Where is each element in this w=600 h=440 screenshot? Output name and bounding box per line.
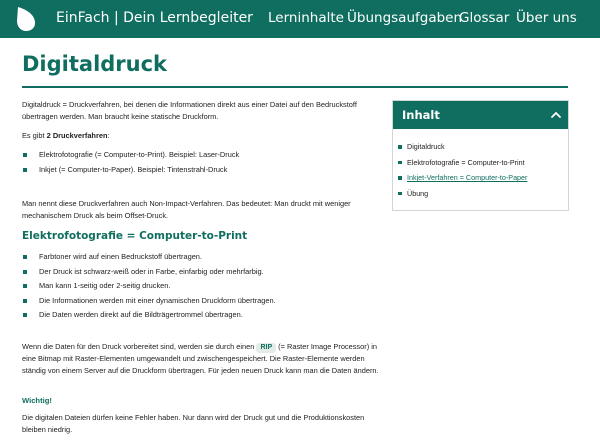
section-heading-elektrofotografie: Elektrofotografie = Computer-to-Print [22, 230, 248, 242]
intro-paragraph: Digitaldruck = Druckverfahren, bei denen… [22, 100, 357, 121]
important-paragraph: Die digitalen Dateien dürfen keine Fehle… [22, 413, 365, 434]
rip-paragraph: Wenn die Daten für den Druck vorbereitet… [22, 341, 384, 377]
list-item: Der Druck ist schwarz-weiß oder in Farbe… [22, 266, 384, 278]
toc-item-digitaldruck[interactable]: Digitaldruck [395, 141, 527, 153]
nav-glossar[interactable]: Glossar [459, 10, 509, 26]
list-item: Farbtoner wird auf einen Bedruckstoff üb… [22, 251, 384, 263]
methods-intro-suffix: : [107, 131, 110, 140]
chevron-up-icon[interactable] [550, 109, 562, 121]
rip-text-before: Wenn die Daten für den Druck vorbereitet… [22, 342, 257, 351]
toc-item-uebung[interactable]: Übung [395, 188, 527, 200]
list-item: Inkjet (= Computer-to-Paper). Beispiel: … [22, 164, 384, 176]
site-brand[interactable]: EinFach | Dein Lernbegleiter [56, 10, 253, 26]
page-title: Digitaldruck [22, 52, 168, 76]
toc-title: Inhalt [402, 108, 440, 122]
methods-list: Elektrofotografie (= Computer-to-Print).… [22, 149, 384, 178]
toc-item-elektrofotografie[interactable]: Elektrofotografie = Computer-to-Print [395, 157, 527, 169]
methods-intro-bold: 2 Druckverfahren [46, 131, 108, 140]
non-impact-paragraph: Man nennt diese Druckverfahren auch Non-… [22, 199, 351, 220]
title-divider [22, 86, 568, 88]
methods-intro-prefix: Es gibt [22, 131, 47, 140]
list-item: Man kann 1-seitig oder 2-seitig drucken. [22, 280, 384, 292]
elektrofotografie-list: Farbtoner wird auf einen Bedruckstoff üb… [22, 251, 384, 324]
toc-item-inkjet[interactable]: Inkjet-Verfahren = Computer-to-Paper [395, 172, 527, 184]
nav-ueber-uns[interactable]: Über uns [516, 10, 577, 26]
methods-intro: Es gibt 2 Druckverfahren: [22, 130, 384, 142]
nav-uebungsaufgaben[interactable]: Übungsaufgaben [347, 10, 462, 26]
table-of-contents: Inhalt Digitaldruck Elektrofotografie = … [392, 100, 569, 211]
important-heading: Wichtig! [22, 396, 52, 405]
nav-lerninhalte[interactable]: Lerninhalte [268, 10, 344, 26]
list-item: Elektrofotografie (= Computer-to-Print).… [22, 149, 384, 161]
top-navigation-bar: EinFach | Dein Lernbegleiter Lerninhalte… [0, 0, 600, 38]
toc-list: Digitaldruck Elektrofotografie = Compute… [395, 141, 527, 203]
list-item: Die Daten werden direkt auf die Bildträg… [22, 309, 384, 321]
leaf-drop-icon[interactable] [14, 5, 38, 33]
rip-tag: RIP [256, 343, 277, 353]
toc-header[interactable]: Inhalt [393, 101, 568, 129]
list-item: Die Informationen werden mit einer dynam… [22, 295, 384, 307]
